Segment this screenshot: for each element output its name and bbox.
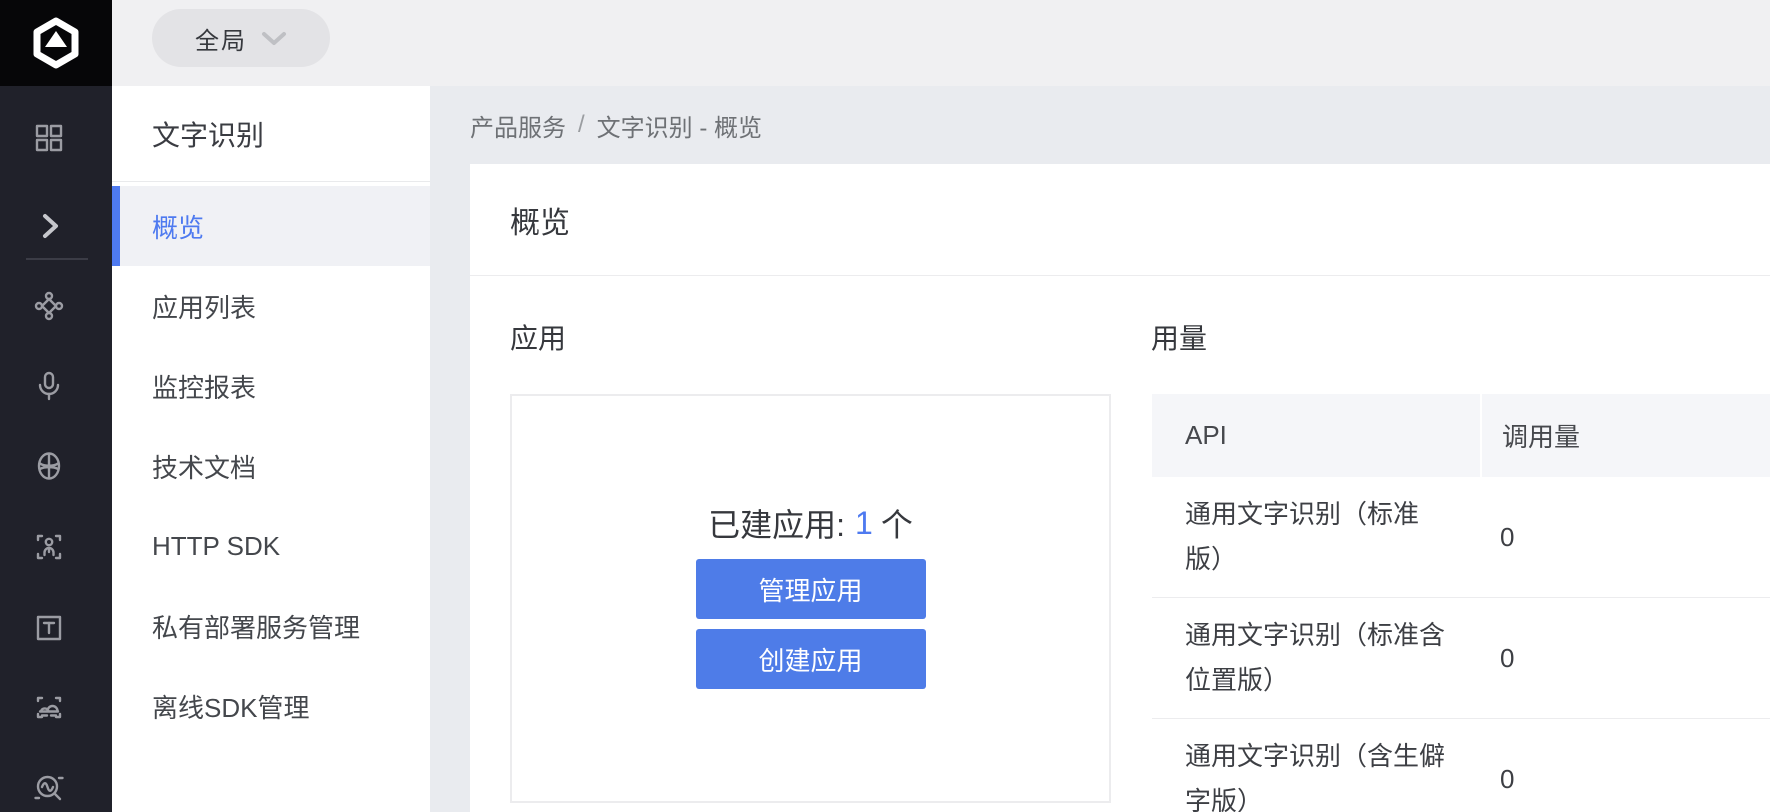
call-count-cell: 0 bbox=[1480, 719, 1770, 812]
app-section-heading: 应用 bbox=[510, 319, 566, 355]
api-name-line: 通用文字识别（标准含 bbox=[1185, 613, 1480, 658]
sidebar-item-1[interactable]: 概览 bbox=[112, 186, 430, 266]
face-mesh-icon[interactable] bbox=[32, 449, 66, 483]
usage-table-row: 通用文字识别（标准版）0 bbox=[1152, 477, 1770, 598]
body-scan-icon[interactable] bbox=[32, 530, 66, 564]
rail-divider bbox=[26, 258, 88, 260]
region-selector[interactable]: 全局 bbox=[152, 9, 330, 67]
usage-table: API 调用量 通用文字识别（标准版）0通用文字识别（标准含位置版）0通用文字识… bbox=[1152, 394, 1770, 812]
sidebar-item-2[interactable]: 应用列表 bbox=[112, 266, 430, 346]
manage-app-button[interactable]: 管理应用 bbox=[696, 559, 926, 619]
grid-icon[interactable] bbox=[32, 121, 66, 155]
sidebar-item-label: 离线SDK管理 bbox=[152, 688, 309, 725]
usage-table-row: 通用文字识别（含生僻字版）0 bbox=[1152, 719, 1770, 812]
api-name-line: 通用文字识别（标准 bbox=[1185, 492, 1480, 537]
usage-section-heading: 用量 bbox=[1151, 319, 1207, 355]
microphone-icon[interactable] bbox=[32, 369, 66, 403]
breadcrumb-separator: / bbox=[578, 111, 585, 139]
create-app-button[interactable]: 创建应用 bbox=[696, 629, 926, 689]
built-apps-count: 1 bbox=[855, 505, 873, 542]
sidebar-item-6[interactable]: 私有部署服务管理 bbox=[112, 586, 430, 666]
sidebar-item-label: 技术文档 bbox=[152, 448, 256, 485]
chevron-right-icon[interactable] bbox=[32, 209, 66, 243]
sidebar-item-4[interactable]: 技术文档 bbox=[112, 426, 430, 506]
sidebar-item-label: 私有部署服务管理 bbox=[152, 608, 360, 645]
image-scan-icon[interactable] bbox=[32, 691, 66, 725]
sidebar-item-7[interactable]: 离线SDK管理 bbox=[112, 666, 430, 746]
cloud-cube-logo-icon bbox=[29, 16, 83, 70]
call-count-cell: 0 bbox=[1480, 598, 1770, 718]
sidebar-item-3[interactable]: 监控报表 bbox=[112, 346, 430, 426]
text-recognition-icon[interactable] bbox=[32, 611, 66, 645]
breadcrumb: 产品服务 / 文字识别 - 概览 bbox=[470, 86, 762, 164]
page-title: 概览 bbox=[510, 198, 570, 242]
page-header: 概览 bbox=[470, 164, 1770, 276]
column-header-calls: 调用量 bbox=[1480, 394, 1770, 477]
built-apps-label: 已建应用: bbox=[708, 500, 845, 546]
region-label: 全局 bbox=[195, 21, 247, 56]
usage-table-row: 通用文字识别（标准含位置版）0 bbox=[1152, 598, 1770, 719]
app-panel: 已建应用: 1 个 管理应用创建应用 bbox=[510, 394, 1111, 803]
api-name-line: 字版） bbox=[1185, 779, 1480, 812]
sidebar-item-label: HTTP SDK bbox=[152, 531, 280, 562]
curve-search-icon[interactable] bbox=[32, 771, 66, 805]
chevron-down-icon bbox=[261, 31, 287, 46]
content-card: 概览 应用 用量 已建应用: 1 个 管理应用创建应用 API 调用量 通用文字… bbox=[470, 164, 1770, 812]
product-sidebar: 文字识别 概览应用列表监控报表技术文档 HTTP SDK 私有部署服务管理离线SDK… bbox=[112, 86, 430, 812]
usage-table-header: API 调用量 bbox=[1152, 394, 1770, 477]
call-count-cell: 0 bbox=[1480, 477, 1770, 597]
sidebar-title: 文字识别 bbox=[112, 86, 430, 181]
breadcrumb-current: 文字识别 - 概览 bbox=[597, 108, 762, 143]
sidebar-menu: 概览应用列表监控报表技术文档 HTTP SDK 私有部署服务管理离线SDK管理 bbox=[112, 186, 430, 746]
api-name-cell: 通用文字识别（标准版） bbox=[1152, 477, 1480, 597]
api-name-line: 位置版） bbox=[1185, 658, 1480, 703]
nodes-icon[interactable] bbox=[32, 289, 66, 323]
breadcrumb-link[interactable]: 产品服务 bbox=[470, 108, 566, 143]
top-bar: 全局 bbox=[0, 0, 1770, 86]
sidebar-title-divider bbox=[112, 181, 430, 182]
sidebar-item-label: 监控报表 bbox=[152, 368, 256, 405]
product-icon-rail bbox=[0, 86, 112, 812]
column-header-api: API bbox=[1152, 394, 1480, 477]
cloud-logo[interactable] bbox=[0, 0, 112, 86]
api-name-line: 通用文字识别（含生僻 bbox=[1185, 734, 1480, 779]
main-area: 产品服务 / 文字识别 - 概览 概览 应用 用量 已建应用: 1 个 管理应用创建… bbox=[430, 86, 1770, 812]
api-name-cell: 通用文字识别（标准含位置版） bbox=[1152, 598, 1480, 718]
api-name-line: 版） bbox=[1185, 537, 1480, 582]
built-apps-unit: 个 bbox=[881, 500, 913, 546]
api-name-cell: 通用文字识别（含生僻字版） bbox=[1152, 719, 1480, 812]
sidebar-item-5[interactable]: HTTP SDK bbox=[112, 506, 430, 586]
sidebar-item-label: 应用列表 bbox=[152, 288, 256, 325]
built-apps-line: 已建应用: 1 个 bbox=[708, 504, 913, 542]
sidebar-item-label: 概览 bbox=[152, 208, 204, 245]
